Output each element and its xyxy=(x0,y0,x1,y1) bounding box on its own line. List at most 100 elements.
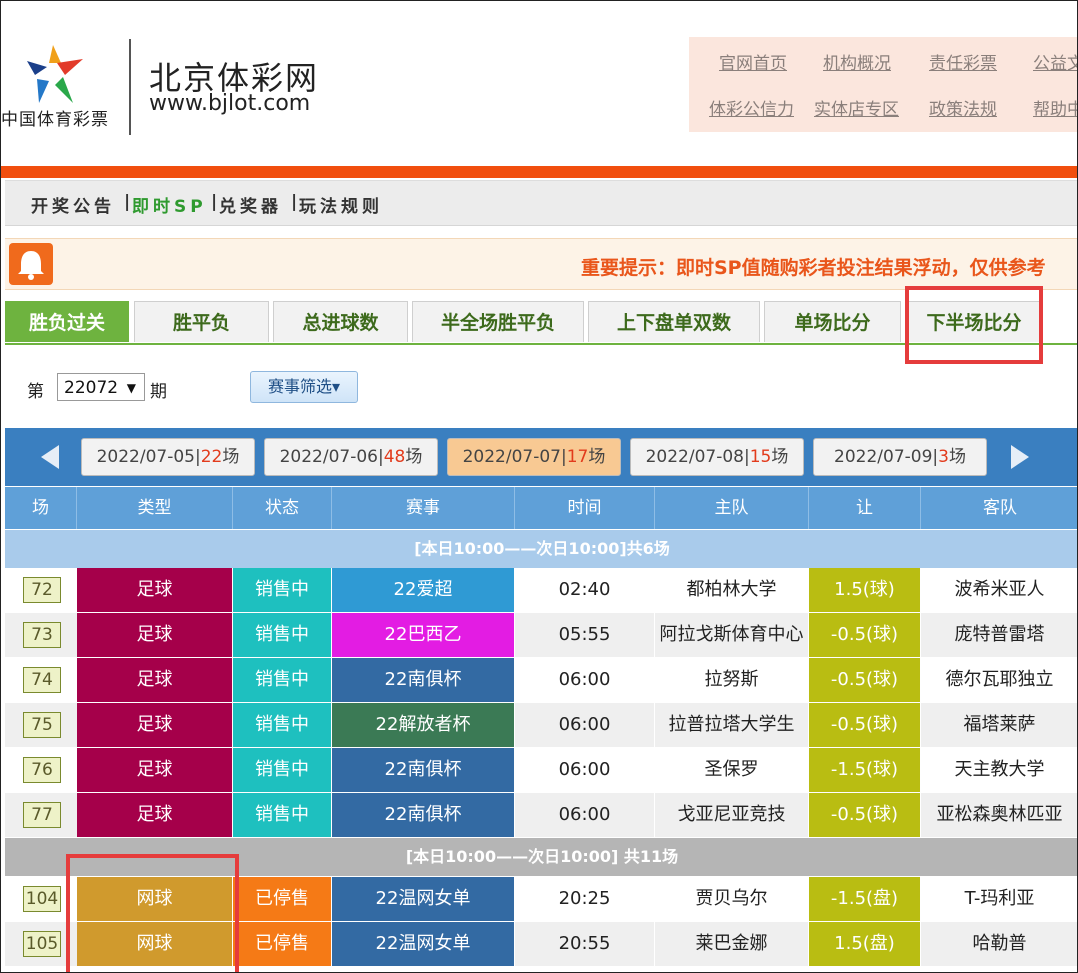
table-header: 场 类型 状态 赛事 时间 主队 让 客队 xyxy=(5,487,1077,529)
highlight-box-tab xyxy=(905,286,1043,364)
page-frame: 中国体育彩票 北京体彩网 www.bjlot.com 官网首页 机构概况 责任彩… xyxy=(0,0,1078,973)
league-cell: 22南俱杯 xyxy=(332,658,515,702)
subnav-separator: | xyxy=(124,192,131,212)
nav-link-policy[interactable]: 政策法规 xyxy=(929,95,997,120)
highlight-box-tennis xyxy=(66,854,239,972)
status-cell: 销售中 xyxy=(233,568,332,612)
away-team-cell: 天主教大学 xyxy=(921,748,1077,792)
column-header: 场 xyxy=(5,487,77,529)
league-cell: 22南俱杯 xyxy=(332,748,515,792)
subnav-prize-calc[interactable]: 兑奖器 xyxy=(219,192,282,217)
date-button-selected[interactable]: 2022/07-07|17场 xyxy=(447,438,621,476)
subnav-separator: | xyxy=(211,192,218,212)
period-prefix: 第 xyxy=(27,382,44,402)
period-suffix: 期 xyxy=(150,382,167,402)
period-value: 22072 xyxy=(64,378,119,398)
column-header: 赛事 xyxy=(332,487,515,529)
column-header: 主队 xyxy=(655,487,809,529)
sport-type-cell: 足球 xyxy=(77,748,233,792)
time-cell: 20:55 xyxy=(515,922,655,966)
date-button[interactable]: 2022/07-09|3场 xyxy=(813,438,987,476)
sub-navigation: 开奖公告 | 即时SP | 兑奖器 | 玩法规则 xyxy=(5,180,1077,226)
match-number-cell: 76 xyxy=(5,748,77,792)
column-header: 时间 xyxy=(515,487,655,529)
period-select[interactable]: 22072 ▼ xyxy=(57,373,145,401)
match-number: 74 xyxy=(23,667,61,693)
status-cell: 销售中 xyxy=(233,703,332,747)
nav-link-about[interactable]: 机构概况 xyxy=(823,49,891,74)
date-button[interactable]: 2022/07-06|48场 xyxy=(264,438,438,476)
tab-half-full-time[interactable]: 半全场胜平负 xyxy=(412,301,584,342)
bell-icon xyxy=(9,243,53,285)
next-arrow-icon[interactable] xyxy=(1011,445,1029,469)
away-team-cell: 亚松森奥林匹亚 xyxy=(921,793,1077,837)
date-button[interactable]: 2022/07-08|15场 xyxy=(630,438,804,476)
table-row[interactable]: 72 足球 销售中 22爱超 02:40 都柏林大学 1.5(球) 波希米亚人 xyxy=(5,568,1077,613)
logo-caption: 中国体育彩票 xyxy=(1,110,109,130)
subnav-results[interactable]: 开奖公告 xyxy=(31,192,115,217)
tab-total-goals[interactable]: 总进球数 xyxy=(273,301,408,342)
handicap-cell: -1.5(盘) xyxy=(809,877,921,921)
away-team-cell: 庞特普雷塔 xyxy=(921,613,1077,657)
handicap-cell: -0.5(球) xyxy=(809,703,921,747)
tab-correct-score[interactable]: 单场比分 xyxy=(764,301,901,342)
date-button[interactable]: 2022/07-05|22场 xyxy=(81,438,255,476)
section-header: [本日10:00——次日10:00]共6场 xyxy=(5,530,1077,568)
subnav-separator: | xyxy=(291,192,298,212)
nav-link-help[interactable]: 帮助中 xyxy=(1033,95,1077,120)
table-row[interactable]: 73 足球 销售中 22巴西乙 05:55 阿拉戈斯体育中心 -0.5(球) 庞特普雷塔 xyxy=(5,613,1077,658)
time-cell: 02:40 xyxy=(515,568,655,612)
league-cell: 22爱超 xyxy=(332,568,515,612)
header-accent-bar xyxy=(1,166,1077,178)
site-header: 中国体育彩票 北京体彩网 www.bjlot.com 官网首页 机构概况 责任彩… xyxy=(1,1,1077,166)
match-number: 76 xyxy=(23,757,61,783)
logo-divider xyxy=(129,39,131,135)
tab-win-draw-lose[interactable]: 胜平负 xyxy=(134,301,269,342)
home-team-cell: 贾贝乌尔 xyxy=(655,877,809,921)
previous-arrow-icon[interactable] xyxy=(41,445,59,469)
match-number-cell: 72 xyxy=(5,568,77,612)
subnav-live-sp[interactable]: 即时SP xyxy=(132,192,207,217)
league-cell: 22温网女单 xyxy=(332,877,515,921)
time-cell: 20:25 xyxy=(515,877,655,921)
away-team-cell: 德尔瓦耶独立 xyxy=(921,658,1077,702)
home-team-cell: 圣保罗 xyxy=(655,748,809,792)
sport-type-cell: 足球 xyxy=(77,568,233,612)
dropdown-arrow-icon: ▾ xyxy=(331,377,341,396)
status-cell: 销售中 xyxy=(233,793,332,837)
match-number: 77 xyxy=(23,802,61,828)
table-row[interactable]: 74 足球 销售中 22南俱杯 06:00 拉努斯 -0.5(球) 德尔瓦耶独立 xyxy=(5,658,1077,703)
table-row[interactable]: 75 足球 销售中 22解放者杯 06:00 拉普拉塔大学生 -0.5(球) 福塔莱萨 xyxy=(5,703,1077,748)
nav-link-responsible[interactable]: 责任彩票 xyxy=(929,49,997,74)
match-number: 104 xyxy=(23,886,61,912)
filter-label: 赛事筛选 xyxy=(267,377,332,396)
nav-link-stores[interactable]: 实体店专区 xyxy=(814,95,899,120)
home-team-cell: 莱巴金娜 xyxy=(655,922,809,966)
subnav-rules[interactable]: 玩法规则 xyxy=(299,192,383,217)
match-number: 105 xyxy=(23,931,61,957)
time-cell: 06:00 xyxy=(515,793,655,837)
notice-text: 重要提示：即时SP值随购彩者投注结果浮动，仅供参考 xyxy=(581,257,1046,279)
league-cell: 22巴西乙 xyxy=(332,613,515,657)
nav-link-credibility[interactable]: 体彩公信力 xyxy=(709,95,794,120)
tab-win-lose-parlay[interactable]: 胜负过关 xyxy=(5,301,129,342)
nav-link-welfare[interactable]: 公益文 xyxy=(1033,49,1077,74)
column-header: 客队 xyxy=(983,498,1017,518)
match-number-cell: 75 xyxy=(5,703,77,747)
time-cell: 06:00 xyxy=(515,658,655,702)
league-cell: 22温网女单 xyxy=(332,922,515,966)
table-row[interactable]: 76 足球 销售中 22南俱杯 06:00 圣保罗 -1.5(球) 天主教大学 xyxy=(5,748,1077,793)
table-row[interactable]: 77 足球 销售中 22南俱杯 06:00 戈亚尼亚竞技 -0.5(球) 亚松森奥林匹亚 xyxy=(5,793,1077,838)
league-cell: 22解放者杯 xyxy=(332,703,515,747)
tab-over-under-odd-even[interactable]: 上下盘单双数 xyxy=(588,301,760,342)
sport-type-cell: 足球 xyxy=(77,613,233,657)
match-filter-button[interactable]: 赛事筛选▾ xyxy=(250,371,358,403)
nav-link-home[interactable]: 官网首页 xyxy=(719,49,787,74)
handicap-cell: -0.5(球) xyxy=(809,793,921,837)
handicap-cell: 1.5(盘) xyxy=(809,922,921,966)
date-selector: 2022/07-05|22场 2022/07-06|48场 2022/07-07… xyxy=(5,428,1077,486)
handicap-cell: -1.5(球) xyxy=(809,748,921,792)
column-header: 类型 xyxy=(77,487,233,529)
chevron-down-icon: ▼ xyxy=(126,381,136,395)
site-url: www.bjlot.com xyxy=(149,91,311,116)
